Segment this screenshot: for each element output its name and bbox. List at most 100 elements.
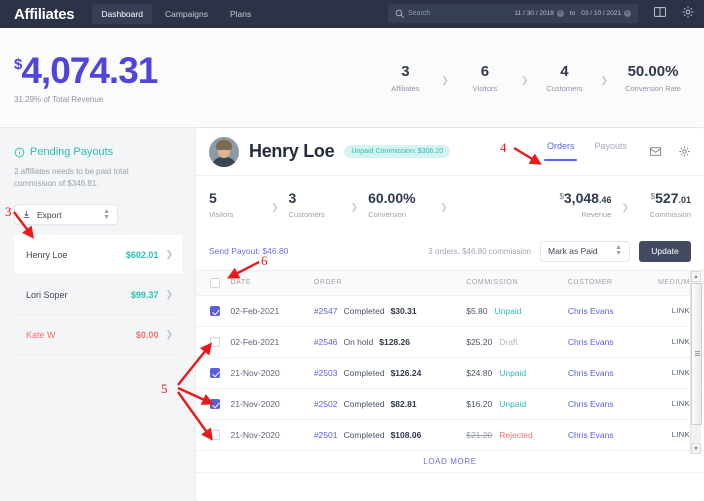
date-range-from[interactable]: 11 / 30 / 2018 ✕ [515,10,564,17]
stat-revenue-value: $3,048.46 [559,190,611,206]
nav-link-plans[interactable]: Plans [221,4,260,24]
order-status: On hold [343,336,374,347]
kpi-conversion-rate-value: 50.00% [627,62,679,80]
affiliate-name: Henry Loe [249,141,335,161]
commission-amount: $24.80 [466,367,493,378]
clear-date-from-icon[interactable]: ✕ [556,10,564,17]
chevron-right-icon: ❯ [520,75,529,85]
stat-revenue-label: Revenue [581,209,612,219]
kpi-visitors-label: Visitors [472,83,498,93]
tab-payouts[interactable]: Payouts [594,141,627,163]
download-icon [23,211,30,218]
row-checkbox[interactable] [210,398,220,409]
cell-customer: Chris Evans [567,357,652,389]
total-commission-block: $4,074.31 31.29% of Total Revenue [14,49,158,104]
column-date[interactable]: DATE [230,271,314,296]
affiliate-card-header: Henry Loe Unpaid Commission: $306.20 Ord… [196,128,704,176]
commission-status: Unpaid [494,305,522,316]
load-more-button[interactable]: LOAD MORE [196,451,704,473]
customer-link[interactable]: Chris Evans [568,430,614,440]
annotation-marker-4: 4 [500,140,507,155]
gear-icon[interactable] [678,145,691,158]
row-checkbox[interactable] [210,367,220,378]
update-button[interactable]: Update [639,240,691,262]
row-checkbox[interactable] [210,336,220,347]
gear-icon[interactable] [681,5,695,19]
customer-link[interactable]: Chris Evans [568,306,614,316]
order-status: Completed [343,367,385,378]
customer-link[interactable]: Chris Evans [568,368,614,378]
bulk-action-select[interactable]: Mark as Paid ▲ ▼ [540,240,630,262]
clear-date-to-icon[interactable]: ✕ [624,10,631,17]
order-number-link[interactable]: #2502 [314,399,338,409]
order-status: Completed [343,398,385,409]
total-commission-subtitle: 31.29% of Total Revenue [14,94,104,104]
order-number-link[interactable]: #2503 [314,368,338,378]
order-amount: $30.31 [390,305,417,316]
list-item[interactable]: Kate W $0.00 ❯ [14,315,182,355]
table-row[interactable]: 02-Feb-2021 #2546 On hold $128.26 $25.20 Dr… [196,326,704,358]
table-row[interactable]: 21-Nov-2020 #2502 Completed $82.81 $16.20 U… [196,388,704,420]
table-row[interactable]: 21-Nov-2020 #2501 Completed $108.06 $21.20… [196,419,704,451]
list-item[interactable]: Henry Loe $602.01 ❯ [14,235,182,275]
chevron-right-icon: ❯ [165,249,173,259]
cell-commission: $24.80 Unpaid [466,357,568,389]
payout-amount: $602.01 [125,249,159,260]
book-icon[interactable] [653,5,667,19]
list-item[interactable]: Lori Soper $99.37 ❯ [14,275,182,315]
date-to-value: 03 / 10 / 2021 [581,10,621,17]
scrollbar-thumb[interactable] [691,283,702,425]
table-row[interactable]: 21-Nov-2020 #2503 Completed $126.24 $24.80… [196,357,704,389]
card-tabs: Orders Payouts [544,141,627,163]
scroll-down-arrow-icon[interactable]: ▼ [691,443,701,454]
kpi-group: 3 Affiliates ❯ 6 Visitors ❯ 4 Customers … [377,63,690,93]
column-commission[interactable]: COMMISSION [466,271,568,296]
select-all-header [196,271,231,296]
stepper-icon[interactable]: ▲ ▼ [103,208,110,221]
cell-date: 21-Nov-2020 [230,388,314,420]
orders-table-scrollbar[interactable]: ▲ ▼ [690,271,702,454]
commission-status: Unpaid [499,398,527,409]
order-number-link[interactable]: #2546 [314,337,338,347]
selected-orders-info: 3 orders, $46.80 commission [428,246,531,256]
commission-amount: $21.20 [466,429,493,440]
order-number-link[interactable]: #2501 [314,430,338,440]
kpi-affiliates-label: Affiliates [391,83,420,93]
date-range-to[interactable]: 03 / 10 / 2021 ✕ [581,10,631,17]
kpi-visitors-value: 6 [480,62,490,80]
tab-orders[interactable]: Orders [544,141,577,163]
mail-icon[interactable] [649,145,662,158]
stat-revenue: $3,048.46 Revenue [559,190,611,219]
scroll-up-arrow-icon[interactable]: ▲ [691,271,701,282]
row-select-cell [196,419,231,451]
customer-link[interactable]: Chris Evans [568,337,614,347]
cell-commission: $21.20 Rejected [466,419,568,451]
row-select-cell [196,295,231,327]
payout-amount: $99.37 [130,289,159,300]
stat-commission-cents: .01 [678,194,691,205]
column-order[interactable]: ORDER [313,271,467,296]
send-payout-link[interactable]: Send Payout: $46.80 [209,246,288,256]
nav-link-campaigns[interactable]: Campaigns [156,4,217,24]
export-button[interactable]: Export ▲ ▼ [14,204,118,225]
row-checkbox[interactable] [210,305,220,316]
column-customer[interactable]: CUSTOMER [567,271,652,296]
commission-amount: $16.20 [466,398,493,409]
search-input[interactable]: Search [408,10,515,17]
select-all-checkbox[interactable] [210,277,220,288]
customer-link[interactable]: Chris Evans [568,399,614,409]
order-number-link[interactable]: #2547 [314,306,338,316]
annotation-marker-3: 3 [5,204,12,219]
total-amount-value: 4,074.31 [21,49,158,91]
row-checkbox[interactable] [210,429,220,440]
nav-link-dashboard[interactable]: Dashboard [92,4,152,24]
stat-customers-value: 3 [288,189,297,206]
stepper-icon[interactable]: ▲ ▼ [615,244,622,257]
table-row[interactable]: 02-Feb-2021 #2547 Completed $30.31 $5.80 Un… [196,295,704,327]
primary-nav: Dashboard Campaigns Plans [92,4,260,24]
search-bar[interactable]: Search 11 / 30 / 2018 ✕ to 03 / 10 / 202… [388,4,638,23]
order-amount: $126.24 [390,367,422,378]
stat-commission-whole: 527 [655,189,679,206]
cell-customer: Chris Evans [567,419,652,451]
order-status: Completed [343,429,385,440]
